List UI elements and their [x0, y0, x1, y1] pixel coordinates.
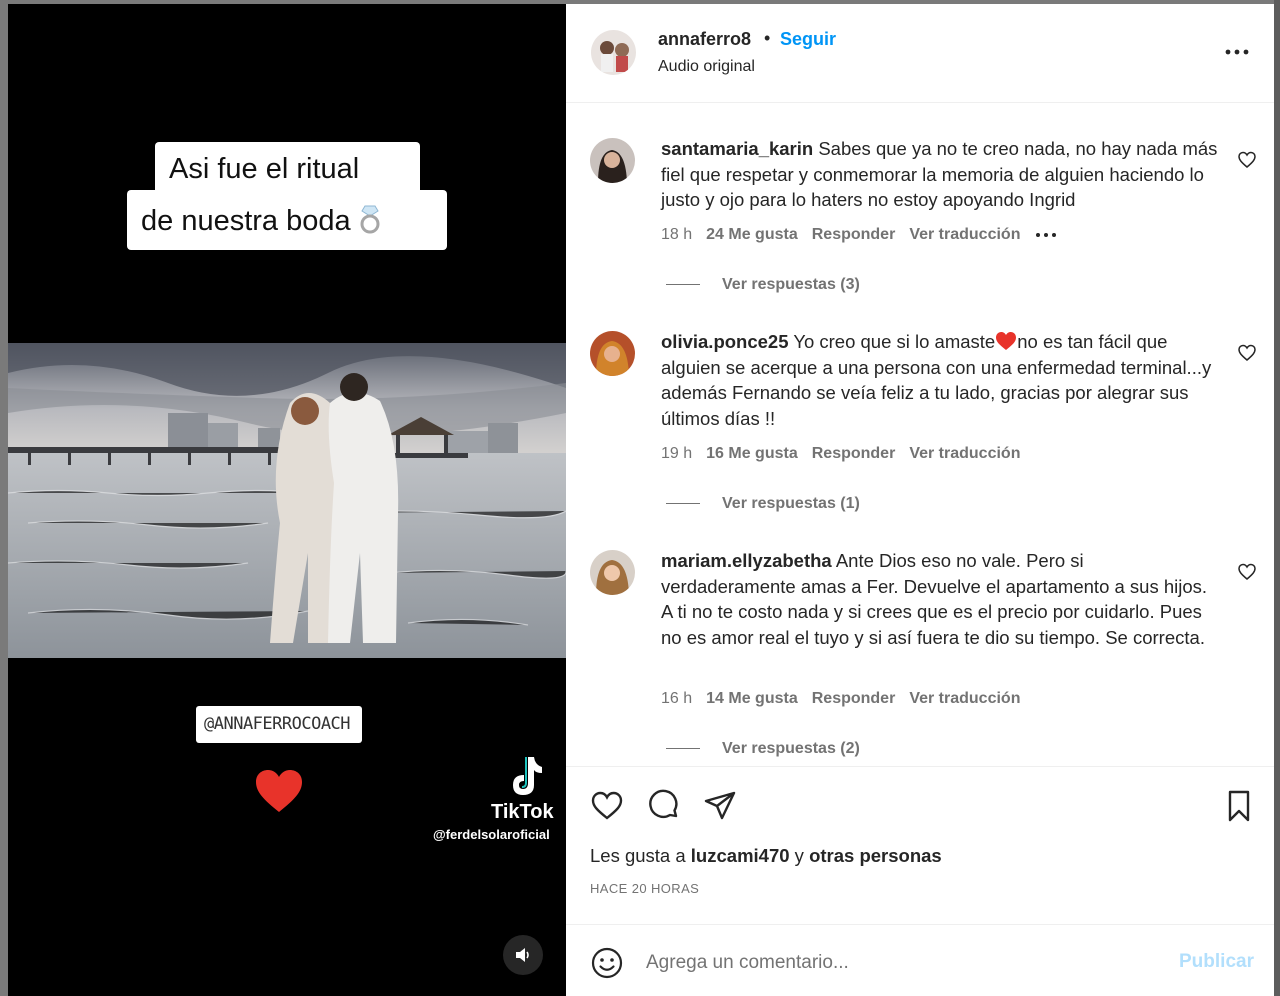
comment-like-heart-icon[interactable]: [1237, 562, 1257, 582]
follow-button[interactable]: Seguir: [780, 29, 836, 50]
comment-text: mariam.ellyzabetha Ante Dios eso no vale…: [661, 548, 1221, 650]
comment-meta: 18 h 24 Me gusta Responder Ver traducción: [661, 226, 1060, 244]
bookmark-icon[interactable]: [1222, 789, 1256, 823]
comment-likes[interactable]: 24 Me gusta: [706, 226, 798, 243]
replies-line: [666, 503, 700, 505]
frame-edge: [0, 0, 8, 996]
separator-dot: •: [764, 28, 771, 48]
window-frame: Asi fue el ritual de nuestra boda @ANNAF…: [0, 0, 1280, 996]
view-replies-label: Ver respuestas (2): [722, 740, 860, 757]
liker-username[interactable]: luzcami470: [691, 845, 790, 866]
commenter-avatar[interactable]: [590, 138, 635, 183]
post-details-panel: annaferro8 • Seguir Audio original santa…: [566, 4, 1274, 996]
comment-meta: 16 h 14 Me gusta Responder Ver traducción: [661, 690, 1034, 708]
commenter-avatar[interactable]: [590, 550, 635, 595]
view-replies-button[interactable]: Ver respuestas (3): [666, 276, 860, 294]
comment-meta: 19 h 16 Me gusta Responder Ver traducción: [661, 445, 1034, 463]
comment-bubble-icon[interactable]: [647, 789, 681, 823]
comment-time: 16 h: [661, 690, 693, 707]
speaker-icon: [516, 948, 529, 962]
reply-button[interactable]: Responder: [812, 226, 896, 243]
post-header: annaferro8 • Seguir Audio original: [566, 4, 1274, 103]
comment-username[interactable]: santamaria_karin: [661, 138, 813, 159]
emoji-smiley-icon[interactable]: [590, 946, 624, 980]
comment-options-icon[interactable]: [1034, 231, 1060, 239]
likes-summary: Les gusta a luzcami470 y otras personas: [590, 845, 942, 867]
translate-button[interactable]: Ver traducción: [909, 226, 1020, 243]
comment-body-start: Yo creo que si lo amaste: [793, 331, 996, 352]
comment-username[interactable]: mariam.ellyzabetha: [661, 550, 832, 571]
caption-line-1: Asi fue el ritual: [155, 142, 420, 194]
publish-button[interactable]: Publicar: [1179, 951, 1254, 973]
tiktok-logo-icon: [513, 757, 542, 795]
comment-likes[interactable]: 16 Me gusta: [706, 445, 798, 462]
comment-time: 18 h: [661, 226, 693, 243]
caption-line-2: de nuestra boda: [127, 190, 447, 250]
heart-icon: [256, 770, 302, 812]
other-likers-link[interactable]: otras personas: [809, 845, 942, 866]
comment-like-heart-icon[interactable]: [1237, 150, 1257, 170]
share-paper-plane-icon[interactable]: [703, 789, 737, 823]
comment-time: 19 h: [661, 445, 693, 462]
author-avatar[interactable]: [591, 30, 636, 75]
comment-likes[interactable]: 14 Me gusta: [706, 690, 798, 707]
replies-line: [666, 748, 700, 750]
view-replies-label: Ver respuestas (1): [722, 495, 860, 512]
red-heart-emoji-icon: [996, 332, 1017, 350]
reply-button[interactable]: Responder: [812, 690, 896, 707]
tiktok-handle: @ferdelsolaroficial: [433, 827, 550, 842]
comment-username[interactable]: olivia.ponce25: [661, 331, 789, 352]
commenter-avatar[interactable]: [590, 331, 635, 376]
translate-button[interactable]: Ver traducción: [909, 690, 1020, 707]
author-username[interactable]: annaferro8: [658, 29, 751, 50]
likes-prefix: Les gusta a: [590, 845, 686, 866]
comment-text: santamaria_karin Sabes que ya no te creo…: [661, 136, 1221, 213]
post-timestamp[interactable]: HACE 20 HORAS: [590, 881, 699, 896]
comment-like-heart-icon[interactable]: [1237, 343, 1257, 363]
view-replies-button[interactable]: Ver respuestas (2): [666, 740, 860, 758]
reply-button[interactable]: Responder: [812, 445, 896, 462]
likes-join: y: [794, 845, 804, 866]
comment-text: olivia.ponce25 Yo creo que si lo amaste n…: [661, 329, 1221, 431]
wedding-scene-image: [8, 343, 566, 658]
comment-input[interactable]: [646, 947, 1166, 979]
ring-icon: [360, 205, 380, 234]
comments-list[interactable]: santamaria_karin Sabes que ya no te creo…: [566, 104, 1274, 766]
add-comment-bar: Publicar: [566, 924, 1274, 996]
mute-toggle-button[interactable]: [503, 935, 543, 975]
post-media-video[interactable]: Asi fue el ritual de nuestra boda @ANNAF…: [8, 4, 566, 996]
audio-label[interactable]: Audio original: [658, 58, 755, 76]
wedding-photo: [8, 343, 566, 658]
more-horizontal-icon[interactable]: [1223, 42, 1251, 62]
translate-button[interactable]: Ver traducción: [909, 445, 1020, 462]
tiktok-watermark: TikTok: [491, 801, 554, 823]
view-replies-label: Ver respuestas (3): [722, 276, 860, 293]
caption-line-2-text: de nuestra boda: [141, 205, 351, 237]
like-heart-icon[interactable]: [590, 789, 624, 823]
post-actions-bar: [566, 766, 1274, 826]
frame-edge: [1274, 0, 1280, 996]
view-replies-button[interactable]: Ver respuestas (1): [666, 495, 860, 513]
handle-sticker: @ANNAFERROCOACH: [196, 706, 362, 743]
replies-line: [666, 284, 700, 286]
